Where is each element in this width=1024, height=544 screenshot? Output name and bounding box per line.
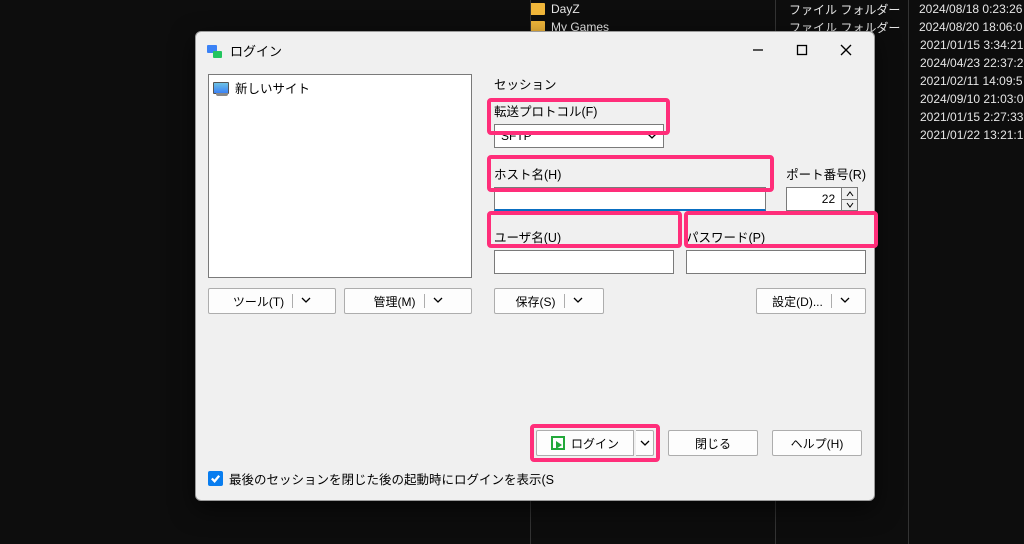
protocol-select[interactable]: SFTP <box>494 124 664 148</box>
login-dialog: ログイン 新しいサイト ツール(T) 管理(M) <box>195 31 875 501</box>
manage-button[interactable]: 管理(M) <box>344 288 472 314</box>
file-date: 2024/04/23 22:37:2 <box>920 56 1024 70</box>
chevron-down-icon <box>647 131 657 141</box>
file-type: ファイル フォルダー <box>789 1 919 18</box>
button-label: 保存(S) <box>516 293 556 310</box>
file-date: 2021/01/15 2:27:33 <box>920 110 1024 124</box>
chevron-down-icon <box>564 294 583 308</box>
dialog-title: ログイン <box>230 41 736 60</box>
show-login-on-startup-checkbox[interactable] <box>208 471 223 486</box>
button-label: 管理(M) <box>374 293 416 310</box>
password-input[interactable] <box>686 250 866 274</box>
button-label: 閉じる <box>695 435 731 452</box>
folder-icon <box>530 3 545 15</box>
chevron-down-icon <box>424 294 443 308</box>
port-input[interactable] <box>786 187 842 211</box>
settings-button[interactable]: 設定(D)... <box>756 288 866 314</box>
protocol-value: SFTP <box>501 129 532 143</box>
file-row[interactable]: DayZ ファイル フォルダー 2024/08/18 0:23:26 <box>530 0 1024 18</box>
file-date: 2021/02/11 14:09:5 <box>920 74 1024 88</box>
login-button[interactable]: ログイン <box>536 430 654 456</box>
site-item-new[interactable]: 新しいサイト <box>211 77 469 98</box>
port-label: ポート番号(R) <box>786 164 866 183</box>
tools-button[interactable]: ツール(T) <box>208 288 336 314</box>
file-name: DayZ <box>551 2 789 16</box>
login-icon <box>551 436 565 450</box>
close-button[interactable] <box>824 34 868 66</box>
file-date: 2024/08/18 0:23:26 <box>919 2 1024 16</box>
save-button[interactable]: 保存(S) <box>494 288 604 314</box>
spin-down-icon[interactable] <box>842 199 857 210</box>
password-label: パスワード(P) <box>686 227 866 246</box>
chevron-down-icon <box>292 294 311 308</box>
button-label: ツール(T) <box>233 293 284 310</box>
checkbox-label: 最後のセッションを閉じた後の起動時にログインを表示(S <box>229 469 554 488</box>
login-dropdown[interactable] <box>636 430 654 456</box>
column-divider <box>908 0 909 544</box>
username-label: ユーザ名(U) <box>494 227 674 246</box>
button-label: ヘルプ(H) <box>791 435 844 452</box>
maximize-button[interactable] <box>780 34 824 66</box>
file-date: 2021/01/15 3:34:21 <box>920 38 1024 52</box>
session-section-label: セッション <box>494 74 866 93</box>
titlebar[interactable]: ログイン <box>196 32 874 68</box>
file-date: 2024/08/20 18:06:0 <box>919 20 1024 34</box>
file-date: 2021/01/22 13:21:1 <box>920 128 1024 142</box>
chevron-down-icon <box>831 294 850 308</box>
port-spinner[interactable] <box>842 187 858 211</box>
minimize-button[interactable] <box>736 34 780 66</box>
site-icon <box>213 82 229 94</box>
help-button[interactable]: ヘルプ(H) <box>772 430 862 456</box>
button-label: ログイン <box>571 435 619 452</box>
username-input[interactable] <box>494 250 674 274</box>
app-icon <box>206 42 222 58</box>
button-label: 設定(D)... <box>772 293 823 310</box>
sites-list[interactable]: 新しいサイト <box>208 74 472 278</box>
protocol-label: 転送プロトコル(F) <box>494 101 866 120</box>
site-item-label: 新しいサイト <box>235 78 310 97</box>
file-date: 2024/09/10 21:03:0 <box>920 92 1024 106</box>
host-label: ホスト名(H) <box>494 164 774 183</box>
spin-up-icon[interactable] <box>842 188 857 199</box>
host-input[interactable] <box>494 187 766 211</box>
close-dialog-button[interactable]: 閉じる <box>668 430 758 456</box>
